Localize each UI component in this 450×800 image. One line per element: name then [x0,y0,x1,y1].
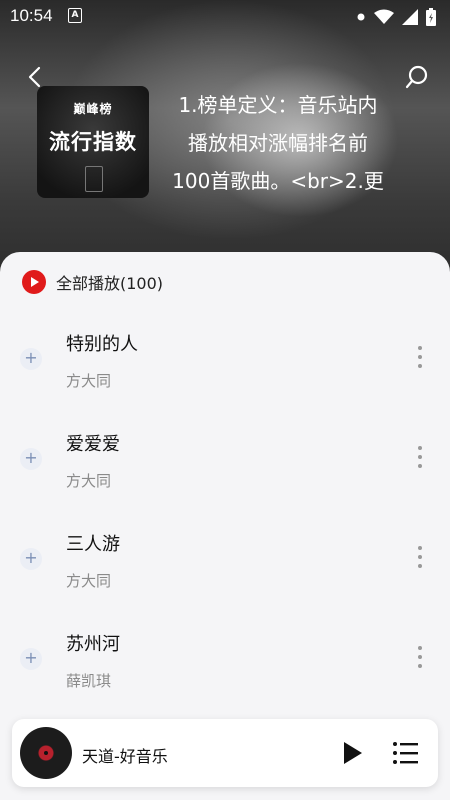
cover-subtitle: 巅峰榜 [73,102,113,116]
list-item[interactable]: + 三人游 方大同 [0,512,450,612]
song-artist: 薛凯琪 [66,672,112,690]
song-list-panel: 全部播放(100) + 特别的人 方大同 + 爱爱爱 方大同 + 三人游 方大同… [0,252,450,800]
mini-player[interactable]: 天道-好音乐 [12,719,438,787]
song-title: 三人游 [66,534,120,555]
plus-icon[interactable]: + [20,348,42,370]
status-bar: 10:54 A [0,0,450,32]
more-vertical-icon[interactable] [416,446,424,472]
album-disc-icon [20,727,72,779]
description-line: 播放相对涨幅排名前 [188,131,368,155]
notification-icon: A [68,8,82,23]
chart-cover: 巅峰榜 流行指数 [37,86,149,198]
status-icons [356,8,436,26]
cover-logo-icon [85,166,103,192]
more-vertical-icon[interactable] [416,546,424,572]
play-circle-icon [22,270,46,294]
description-line: 1.榜单定义：音乐站内 [178,93,378,117]
playlist-icon[interactable] [392,739,420,767]
list-item[interactable]: + 苏州河 薛凯琪 [0,612,450,712]
plus-icon[interactable]: + [20,648,42,670]
battery-icon [426,8,436,26]
plus-icon[interactable]: + [20,448,42,470]
play-icon[interactable] [338,739,366,767]
song-artist: 方大同 [66,472,112,490]
chart-description: 1.榜单定义：音乐站内 播放相对涨幅排名前 100首歌曲。<br>2.更 [158,86,398,200]
description-line: 100首歌曲。<br>2.更 [172,169,384,193]
play-all-button[interactable]: 全部播放(100) [22,270,163,294]
song-title: 苏州河 [66,634,120,655]
song-artist: 方大同 [66,372,112,390]
list-item[interactable]: + 特别的人 方大同 [0,312,450,412]
status-time: 10:54 [10,6,53,25]
list-item[interactable]: + 爱爱爱 方大同 [0,412,450,512]
song-title: 特别的人 [66,334,138,355]
cover-title: 流行指数 [49,130,137,154]
cell-signal-icon [402,9,418,25]
now-playing-title: 天道-好音乐 [82,747,168,766]
more-vertical-icon[interactable] [416,346,424,372]
search-icon[interactable] [404,64,430,90]
plus-icon[interactable]: + [20,548,42,570]
song-title: 爱爱爱 [66,434,120,455]
wifi-icon [374,9,394,24]
song-artist: 方大同 [66,572,112,590]
play-all-label: 全部播放(100) [56,274,164,293]
signal-dot-icon [357,13,365,21]
more-vertical-icon[interactable] [416,646,424,672]
